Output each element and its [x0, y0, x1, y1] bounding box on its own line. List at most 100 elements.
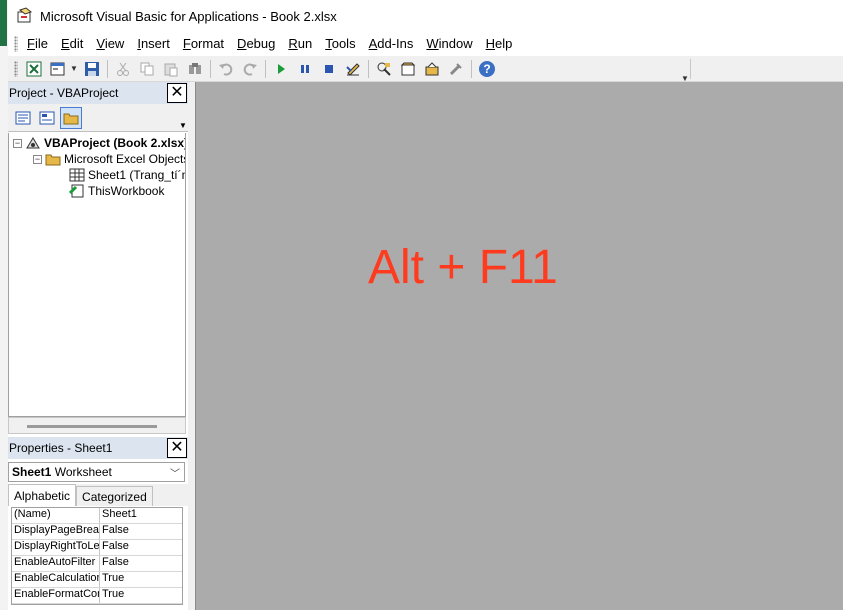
- tab-alphabetic[interactable]: Alphabetic: [8, 484, 77, 506]
- workbook-icon: [68, 184, 85, 198]
- cut-icon[interactable]: [113, 59, 133, 79]
- project-panel-toolbar: ▼: [8, 104, 188, 132]
- property-name: DisplayPageBreaks: [12, 524, 100, 539]
- object-selector[interactable]: Sheet1 Worksheet ﹀: [8, 462, 185, 482]
- project-panel-header: Project - VBAProject ✕: [8, 82, 188, 104]
- chevron-down-icon[interactable]: ﹀: [170, 465, 180, 480]
- menu-run[interactable]: Run: [283, 33, 320, 55]
- help-icon[interactable]: ?: [477, 59, 497, 79]
- menu-file[interactable]: File: [22, 33, 56, 55]
- menu-debug[interactable]: Debug: [232, 33, 283, 55]
- object-selector-name: Sheet1: [12, 465, 52, 479]
- run-icon[interactable]: [271, 59, 291, 79]
- background-excel-edge: [0, 0, 8, 610]
- redo-icon[interactable]: [240, 59, 260, 79]
- property-row[interactable]: EnableFormatConditionsCalculation True: [12, 588, 182, 604]
- paste-icon[interactable]: [161, 59, 181, 79]
- properties-tabs: Alphabetic Categorized: [8, 484, 188, 506]
- toolbar-separator: [107, 59, 108, 78]
- tree-node-thisworkbook[interactable]: ThisWorkbook: [68, 183, 165, 199]
- project-toolbar-overflow-icon[interactable]: ▼: [178, 106, 188, 130]
- project-explorer-icon[interactable]: [374, 59, 394, 79]
- property-row[interactable]: DisplayPageBreaks False: [12, 524, 182, 540]
- window-title: Microsoft Visual Basic for Applications …: [40, 8, 337, 24]
- properties-panel-title: Properties - Sheet1: [9, 441, 113, 455]
- scrollbar-thumb[interactable]: [27, 425, 157, 428]
- title-bar: Microsoft Visual Basic for Applications …: [8, 0, 843, 32]
- menu-tools[interactable]: Tools: [320, 33, 363, 55]
- property-value[interactable]: Sheet1: [100, 508, 137, 523]
- insert-dropdown-icon[interactable]: ▼: [70, 59, 78, 79]
- undo-icon[interactable]: [216, 59, 236, 79]
- tab-categorized[interactable]: Categorized: [76, 486, 153, 506]
- property-value[interactable]: False: [100, 524, 129, 539]
- insert-userform-icon[interactable]: [48, 59, 68, 79]
- property-value[interactable]: False: [100, 540, 129, 555]
- menu-addins[interactable]: Add-Ins: [364, 33, 422, 55]
- view-object-icon[interactable]: [36, 107, 58, 129]
- design-mode-icon[interactable]: [343, 59, 363, 79]
- collapse-icon[interactable]: −: [13, 138, 22, 148]
- tree-node-vbaproject[interactable]: − VBAProject (Book 2.xlsx): [13, 135, 186, 151]
- save-icon[interactable]: [82, 59, 102, 79]
- properties-panel-close-icon[interactable]: ✕: [167, 438, 187, 458]
- menu-grip[interactable]: [14, 36, 18, 52]
- menu-bar: File Edit View Insert Format Debug Run T…: [8, 32, 843, 56]
- folder-icon: [45, 152, 61, 166]
- shortcut-overlay-text: Alt + F11: [368, 241, 558, 294]
- menu-format[interactable]: Format: [178, 33, 232, 55]
- property-row[interactable]: EnableAutoFilter False: [12, 556, 182, 572]
- property-name: EnableCalculation: [12, 572, 100, 587]
- reset-icon[interactable]: [319, 59, 339, 79]
- tree-label-vbaproject: VBAProject (Book 2.xlsx): [44, 136, 186, 150]
- toolbar-options-icon[interactable]: ▼: [680, 59, 690, 83]
- menu-edit[interactable]: Edit: [56, 33, 91, 55]
- property-row[interactable]: (Name) Sheet1: [12, 508, 182, 524]
- project-tree-scrollbar[interactable]: [8, 417, 186, 434]
- toolbox-icon[interactable]: [446, 59, 466, 79]
- properties-window-icon[interactable]: [398, 59, 418, 79]
- tree-label-thisworkbook: ThisWorkbook: [88, 184, 165, 198]
- view-code-icon[interactable]: [12, 107, 34, 129]
- panel-splitter[interactable]: [188, 82, 195, 610]
- collapse-icon[interactable]: −: [33, 154, 42, 164]
- property-row[interactable]: DisplayRightToLeft False: [12, 540, 182, 556]
- vbaproject-icon: [25, 136, 41, 150]
- properties-panel-header: Properties - Sheet1 ✕: [8, 437, 188, 459]
- toolbar-separator: [471, 59, 472, 78]
- toolbar-grip[interactable]: [14, 60, 18, 77]
- property-value[interactable]: False: [100, 556, 129, 571]
- property-name: (Name): [12, 508, 100, 523]
- vba-app-icon: [16, 7, 34, 25]
- find-icon[interactable]: [185, 59, 205, 79]
- project-panel-close-icon[interactable]: ✕: [167, 83, 187, 103]
- properties-panel: Properties - Sheet1 ✕ Sheet1 Worksheet ﹀…: [8, 437, 188, 610]
- project-panel-title: Project - VBAProject: [9, 86, 119, 100]
- menu-insert[interactable]: Insert: [132, 33, 178, 55]
- tree-node-sheet1[interactable]: Sheet1 (Trang_tí´nh): [69, 167, 185, 183]
- property-name: DisplayRightToLeft: [12, 540, 100, 555]
- project-explorer-panel: Project - VBAProject ✕ ▼ − VBAProject (B…: [8, 82, 188, 434]
- toolbar-separator: [265, 59, 266, 78]
- tree-label-excel-objects: Microsoft Excel Objects: [64, 152, 186, 166]
- cursor-position-field: ▼: [501, 58, 691, 83]
- property-name: EnableAutoFilter: [12, 556, 100, 571]
- property-name: EnableFormatConditionsCalculation: [12, 588, 100, 603]
- property-row[interactable]: EnableCalculation True: [12, 572, 182, 588]
- project-tree: − VBAProject (Book 2.xlsx) − Microsoft E…: [8, 133, 186, 417]
- copy-icon[interactable]: [137, 59, 157, 79]
- object-selector-type: Worksheet: [54, 465, 112, 479]
- object-browser-icon[interactable]: [422, 59, 442, 79]
- break-icon[interactable]: [295, 59, 315, 79]
- menu-help[interactable]: Help: [481, 33, 521, 55]
- property-value[interactable]: True: [100, 588, 124, 603]
- toolbar-separator: [210, 59, 211, 78]
- property-grid: (Name) Sheet1 DisplayPageBreaks False Di…: [11, 507, 183, 605]
- menu-window[interactable]: Window: [421, 33, 480, 55]
- code-workspace[interactable]: Alt + F11: [195, 82, 843, 610]
- toggle-folders-icon[interactable]: [60, 106, 82, 129]
- property-value[interactable]: True: [100, 572, 124, 587]
- tree-node-excel-objects[interactable]: − Microsoft Excel Objects: [33, 151, 186, 167]
- view-excel-icon[interactable]: [24, 59, 44, 79]
- menu-view[interactable]: View: [91, 33, 132, 55]
